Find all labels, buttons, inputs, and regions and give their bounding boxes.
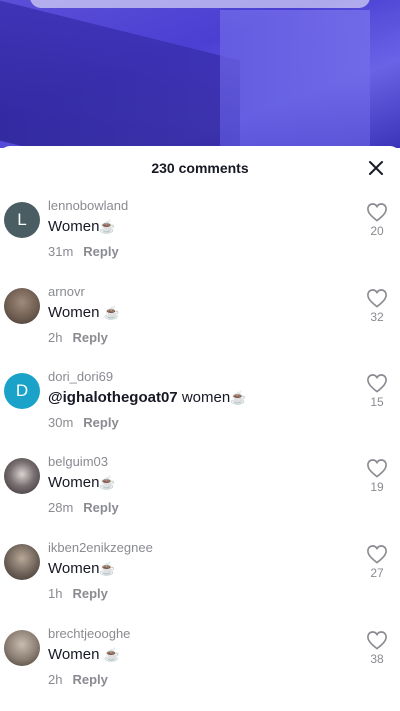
comment-count: 230 comments: [151, 160, 249, 176]
like-count: 15: [370, 395, 384, 409]
like-count: 32: [370, 310, 384, 324]
coffee-emoji: ☕: [99, 561, 116, 576]
like-control[interactable]: 20: [362, 202, 392, 238]
heart-icon[interactable]: [366, 544, 388, 564]
avatar-letter: D: [15, 381, 29, 400]
reply-button[interactable]: Reply: [72, 330, 107, 345]
comment-username[interactable]: ikben2enikzegnee: [48, 540, 153, 555]
comment-text: Women☕: [48, 474, 116, 491]
comment-body: Women: [48, 218, 100, 235]
comment-body: Women: [48, 560, 100, 577]
avatar[interactable]: L: [4, 202, 40, 238]
comment-item: brechtjeooghe Women ☕ 2h Reply 38: [0, 626, 400, 706]
comment-username[interactable]: brechtjeooghe: [48, 626, 130, 641]
like-control[interactable]: 32: [362, 288, 392, 324]
comment-meta: 28m Reply: [48, 500, 119, 515]
reply-button[interactable]: Reply: [72, 586, 107, 601]
comment-text: Women ☕: [48, 646, 120, 663]
heart-icon[interactable]: [366, 288, 388, 308]
mention-link[interactable]: @ighalothegoat07: [48, 389, 178, 406]
reply-button[interactable]: Reply: [72, 672, 107, 687]
comment-meta: 2h Reply: [48, 672, 108, 687]
comment-time: 2h: [48, 330, 63, 345]
avatar[interactable]: [4, 544, 40, 580]
comment-meta: 2h Reply: [48, 330, 108, 345]
avatar[interactable]: D: [4, 373, 40, 409]
comments-header: 230 comments: [0, 146, 400, 190]
comment-meta: 30m Reply: [48, 415, 119, 430]
comment-body: Women: [48, 646, 100, 663]
heart-icon[interactable]: [366, 202, 388, 222]
comment-time: 1h: [48, 586, 63, 601]
like-count: 20: [370, 224, 384, 238]
comment-username[interactable]: lennobowland: [48, 198, 128, 213]
comment-item: D dori_dori69 @ighalothegoat07 women☕ 30…: [0, 369, 400, 449]
avatar[interactable]: [4, 630, 40, 666]
comment-username[interactable]: belguim03: [48, 454, 108, 469]
comments-sheet: 230 comments L lennobowland Women☕ 31m Re…: [0, 146, 400, 711]
reply-button[interactable]: Reply: [83, 415, 118, 430]
coffee-emoji: ☕: [103, 647, 120, 662]
comment-text: Women☕: [48, 218, 116, 235]
video-background[interactable]: [0, 0, 400, 148]
comment-username[interactable]: arnovr: [48, 284, 85, 299]
like-count: 19: [370, 480, 384, 494]
avatar[interactable]: [4, 458, 40, 494]
reply-button[interactable]: Reply: [83, 500, 118, 515]
comment-text: Women ☕: [48, 304, 120, 321]
comment-body: Women: [48, 474, 100, 491]
like-count: 38: [370, 652, 384, 666]
like-control[interactable]: 19: [362, 458, 392, 494]
comment-username[interactable]: dori_dori69: [48, 369, 113, 384]
comment-body: Women: [48, 304, 100, 321]
like-control[interactable]: 15: [362, 373, 392, 409]
close-icon[interactable]: [364, 156, 388, 180]
video-top-bar: [30, 0, 370, 8]
heart-icon[interactable]: [366, 630, 388, 650]
comment-text: @ighalothegoat07 women☕: [48, 389, 246, 406]
comment-time: 30m: [48, 415, 74, 430]
like-count: 27: [370, 566, 384, 580]
coffee-emoji: ☕: [99, 219, 116, 234]
like-control[interactable]: 38: [362, 630, 392, 666]
comment-item: L lennobowland Women☕ 31m Reply 20: [0, 198, 400, 278]
avatar[interactable]: [4, 288, 40, 324]
coffee-emoji: ☕: [99, 475, 116, 490]
comment-time: 2h: [48, 672, 63, 687]
avatar-letter: L: [17, 210, 27, 229]
video-panel-shape: [220, 10, 370, 148]
comment-text: Women☕: [48, 560, 116, 577]
reply-button[interactable]: Reply: [83, 244, 118, 259]
comment-time: 31m: [48, 244, 74, 259]
comment-item: arnovr Women ☕ 2h Reply 32: [0, 284, 400, 364]
coffee-emoji: ☕: [103, 305, 120, 320]
like-control[interactable]: 27: [362, 544, 392, 580]
comment-meta: 1h Reply: [48, 586, 108, 601]
comment-body: women: [181, 389, 231, 406]
comment-item: belguim03 Women☕ 28m Reply 19: [0, 454, 400, 534]
comment-time: 28m: [48, 500, 74, 515]
comment-item: ikben2enikzegnee Women☕ 1h Reply 27: [0, 540, 400, 620]
comment-meta: 31m Reply: [48, 244, 119, 259]
video-wall-shape: [0, 0, 240, 148]
heart-icon[interactable]: [366, 373, 388, 393]
coffee-emoji: ☕: [230, 390, 247, 405]
heart-icon[interactable]: [366, 458, 388, 478]
